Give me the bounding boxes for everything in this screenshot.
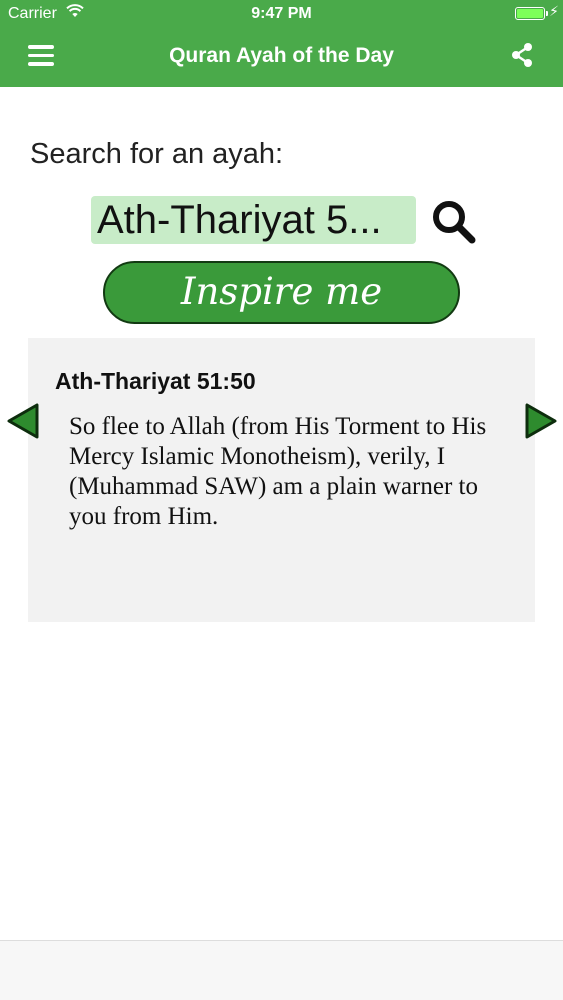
triangle-right-icon[interactable]	[524, 402, 558, 440]
navigation-bar: Quran Ayah of the Day	[0, 28, 563, 87]
search-label: Search for an ayah:	[30, 138, 284, 170]
triangle-left-icon[interactable]	[6, 402, 40, 440]
page-title: Quran Ayah of the Day	[169, 44, 394, 67]
search-input[interactable]	[91, 196, 416, 244]
battery-icon	[515, 7, 545, 20]
status-bar: Carrier 9:47 PM ⚡	[0, 0, 563, 28]
battery-tip	[546, 11, 548, 16]
ayah-reference: Ath-Thariyat 51:50	[55, 368, 256, 394]
ayah-card: Ath-Thariyat 51:50 So flee to Allah (fro…	[28, 338, 535, 622]
bottom-bar	[0, 940, 563, 1000]
charging-icon: ⚡	[549, 3, 559, 19]
status-time: 9:47 PM	[251, 5, 312, 22]
inspire-me-button[interactable]: Inspire me	[103, 261, 460, 324]
top-bar: Carrier 9:47 PM ⚡ Quran Ayah of the Day	[0, 0, 563, 87]
search-icon[interactable]	[430, 198, 478, 246]
share-icon[interactable]	[509, 42, 535, 68]
ayah-text: So flee to Allah (from His Torment to Hi…	[69, 413, 487, 530]
